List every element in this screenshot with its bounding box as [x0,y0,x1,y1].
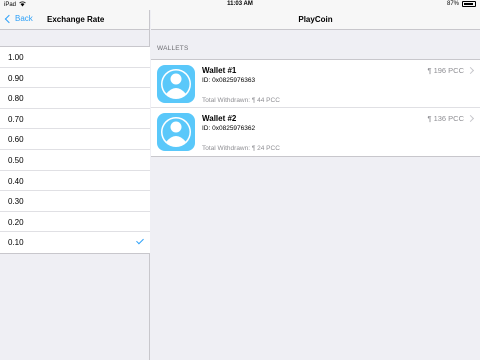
chevron-left-icon [4,14,14,23]
wallet-withdrawn: Total Withdrawn: ¶ 24 PCC [202,145,280,152]
wallet-withdrawn: Total Withdrawn: ¶ 44 PCC [202,97,280,104]
master-pane: Back Exchange Rate 1.00 0.90 0.80 0.70 0.60 0… [0,10,150,360]
battery-percent: 87% [446,1,459,7]
status-bar: iPad 11:03 AM 87% [0,0,480,10]
chevron-right-icon [466,66,475,75]
wallet-list: Wallet #1 ID: 0x0825976363 Total Withdrawn… [151,59,480,157]
user-icon [157,117,195,151]
exchange-rate-list: 1.00 0.90 0.80 0.70 0.60 0.50 0.40 0.30 0.20 0.10 [0,46,150,254]
master-nav-bar: Back Exchange Rate [0,10,149,30]
detail-nav-bar: PlayCoin [151,10,480,30]
avatar [157,65,195,103]
status-time: 11:03 AM [227,1,253,7]
detail-pane: PlayCoin WALLETS Wallet #1 ID: 0x08259763… [151,10,480,360]
battery-fill [464,3,473,5]
rate-row[interactable]: 0.90 [0,68,150,89]
rate-label: 1.00 [8,53,24,62]
rate-row[interactable]: 0.80 [0,88,150,109]
rate-row[interactable]: 1.00 [0,47,150,68]
battery-icon [462,1,476,7]
rate-label: 0.90 [8,73,24,83]
wallet-amount: ¶ 136 PCC [427,114,464,123]
wallet-name: Wallet #2 [202,114,237,123]
rate-row[interactable]: 0.40 [0,171,150,192]
rate-row[interactable]: 0.10 [0,232,150,253]
wallet-name: Wallet #1 [202,66,237,75]
page-title: PlayCoin [298,15,333,24]
rate-row[interactable]: 0.30 [0,191,150,212]
rate-label: 0.10 [8,238,24,248]
master-title: Exchange Rate [47,15,105,24]
wallet-row[interactable]: Wallet #2 ID: 0x0825976362 Total Withdrawn… [151,108,480,156]
wallet-amount: ¶ 196 PCC [427,66,464,75]
section-header-wallets: WALLETS [157,45,189,52]
avatar [157,113,195,151]
rate-row[interactable]: 0.60 [0,129,150,150]
rate-label: 0.50 [8,155,24,165]
rate-label: 0.70 [8,114,24,124]
chevron-right-icon [466,114,475,123]
rate-label: 0.80 [8,94,24,104]
wallet-row[interactable]: Wallet #1 ID: 0x0825976363 Total Withdrawn… [151,60,480,108]
rate-label: 0.60 [8,135,24,145]
status-right: 87% [447,1,476,7]
user-icon [157,69,195,103]
rate-row[interactable]: 0.20 [0,212,150,233]
wallet-id: ID: 0x0825976363 [202,77,256,84]
checkmark-icon [136,236,144,245]
rate-label: 0.40 [8,176,24,186]
rate-row[interactable]: 0.70 [0,109,150,130]
rate-row[interactable]: 0.50 [0,150,150,171]
back-label: Back [15,14,33,23]
wallet-id: ID: 0x0825976362 [202,125,256,132]
rate-label: 0.30 [8,197,24,207]
back-button[interactable]: Back [4,14,33,23]
rate-label: 0.20 [8,217,24,227]
